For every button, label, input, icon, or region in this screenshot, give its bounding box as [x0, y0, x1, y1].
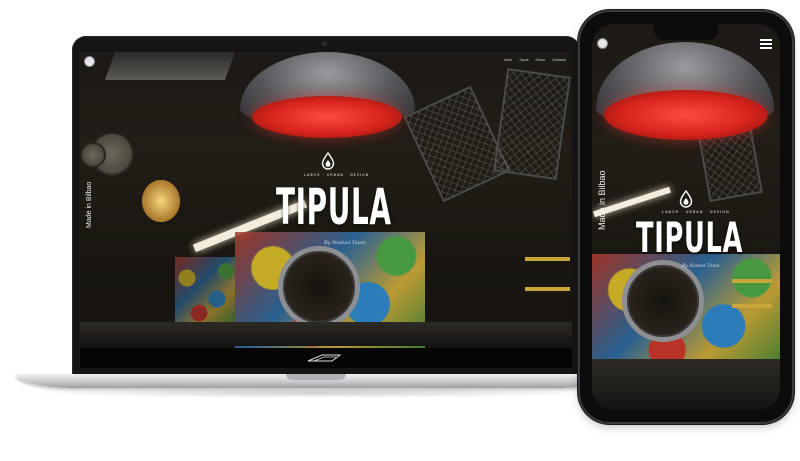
- circle-badge-icon[interactable]: [597, 38, 608, 49]
- wall-clock: [80, 142, 106, 168]
- bar-counter: [592, 359, 780, 410]
- side-text: Made in Bilbao: [597, 170, 607, 230]
- bar-shelf: [525, 287, 570, 291]
- bar-shelf: [525, 257, 570, 261]
- nav-item[interactable]: Contacto: [552, 58, 566, 62]
- phone-notch: [654, 24, 718, 40]
- bar-shelf: [732, 304, 772, 308]
- brand-byline: By Nodust Team: [324, 240, 366, 246]
- nav-item[interactable]: Inicio: [504, 58, 512, 62]
- porthole-window: [622, 260, 704, 342]
- nav-item[interactable]: Tipula: [519, 58, 528, 62]
- circle-badge-icon[interactable]: [84, 56, 95, 67]
- hamburger-menu-icon[interactable]: [760, 39, 772, 49]
- laptop-screen: Inicio Tipula Obras Contacto Made in Bil…: [80, 52, 572, 368]
- brand-title: TIPULA: [276, 178, 392, 236]
- laptop-opening-notch: [286, 374, 346, 380]
- pendant-lamp-light: [604, 90, 768, 140]
- water-drop-icon: [679, 190, 693, 208]
- laptop-shadow: [30, 388, 600, 398]
- laptop-device: Inicio Tipula Obras Contacto Made in Bil…: [72, 36, 580, 376]
- water-drop-icon: [321, 152, 335, 170]
- top-navigation: Inicio Tipula Obras Contacto: [504, 58, 566, 62]
- pendant-lamp-light: [252, 96, 402, 138]
- laptop-camera: [322, 41, 327, 46]
- wire-cage-lamp: [403, 85, 511, 203]
- brand-tagline: LABOR · URBAN · DESIGN: [304, 173, 370, 177]
- laptop-base: [16, 374, 616, 388]
- phone-device: Made in Bilbao LABOR · URBAN · DESIGN TI…: [580, 12, 792, 422]
- nav-item[interactable]: Obras: [535, 58, 545, 62]
- wing-logo-icon[interactable]: [306, 353, 342, 363]
- wire-cage-lamp: [493, 68, 571, 180]
- bar-shelf: [732, 279, 772, 283]
- graffiti-mural: [175, 257, 235, 327]
- hanging-lantern: [142, 180, 180, 222]
- porthole-window: [278, 246, 360, 328]
- phone-screen: Made in Bilbao LABOR · URBAN · DESIGN TI…: [592, 24, 780, 410]
- brand-title: TIPULA: [636, 213, 744, 262]
- brand-byline: By Nodust Team: [682, 264, 720, 269]
- side-text: Made in Bilbao: [86, 181, 93, 228]
- ceiling-skylight: [104, 52, 236, 80]
- bar-counter: [80, 322, 572, 346]
